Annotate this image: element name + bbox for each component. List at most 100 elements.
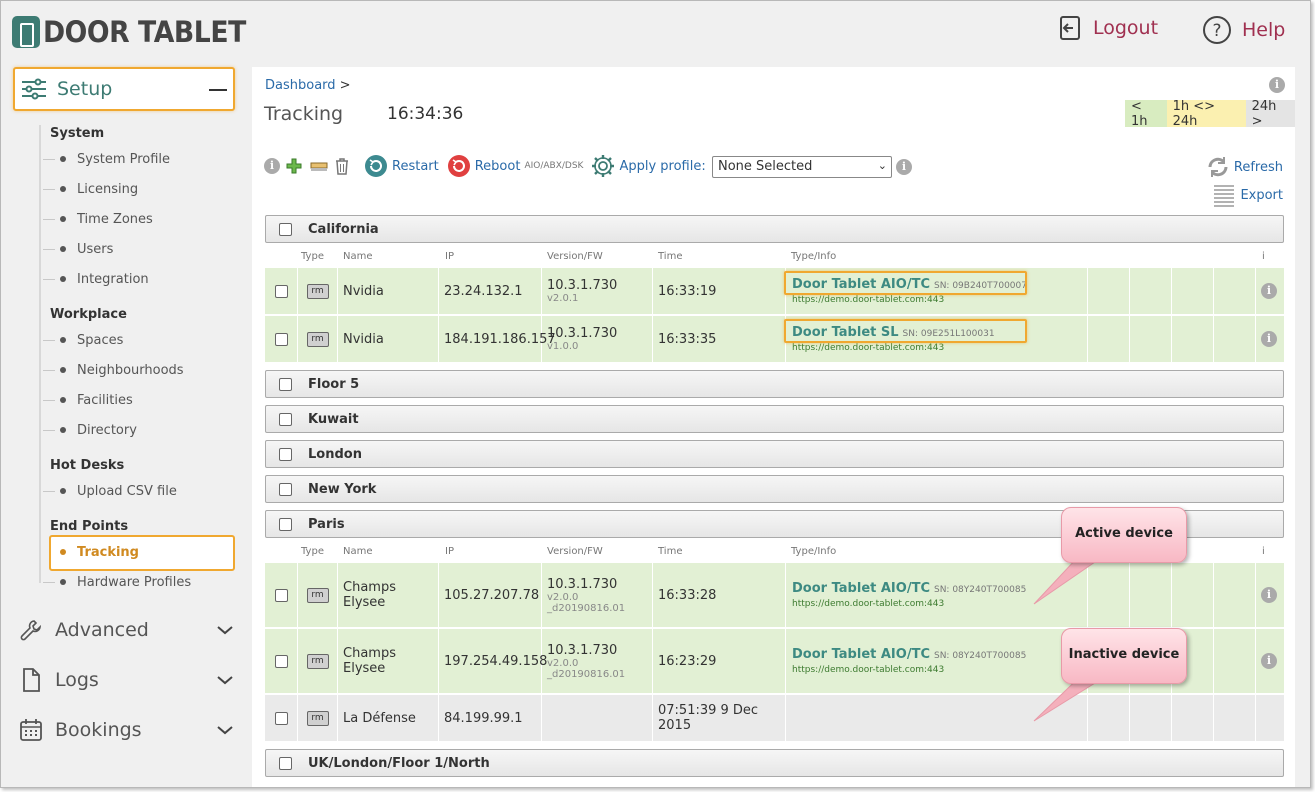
main-panel: Dashboard > Tracking 16:34:36 i < 1h 1h … (252, 67, 1296, 787)
group-row-london[interactable]: London (265, 440, 1284, 468)
help-link[interactable]: ? Help (1202, 15, 1285, 45)
sidebar-item-bookings[interactable]: Bookings (19, 715, 234, 745)
sidebar-item-logs[interactable]: Logs (19, 665, 234, 695)
sidebar-item-label: Directory (77, 422, 137, 438)
row-checkbox[interactable] (274, 284, 288, 298)
setup-label: Setup (57, 78, 113, 100)
sidebar-item-system-profile[interactable]: System Profile (43, 148, 170, 170)
row-checkbox[interactable] (274, 332, 288, 346)
device-ip: 184.191.186.157 (444, 331, 556, 347)
group-name: New York (308, 481, 377, 497)
sidebar-item-facilities[interactable]: Facilities (43, 389, 133, 411)
row-info-icon[interactable]: i (1261, 653, 1277, 669)
page-info-icon[interactable]: i (1269, 77, 1285, 93)
sidebar-item-time-zones[interactable]: Time Zones (43, 208, 153, 230)
sidebar-item-label: Integration (77, 271, 149, 287)
sidebar-item-label: Users (77, 241, 114, 257)
gear-icon[interactable] (591, 154, 615, 178)
row-checkbox[interactable] (274, 588, 288, 602)
sidebar-item-advanced[interactable]: Advanced (19, 615, 234, 645)
refresh-button[interactable]: Refresh (1206, 153, 1283, 181)
group-checkbox[interactable] (279, 222, 292, 236)
row-info-icon[interactable]: i (1261, 331, 1277, 347)
group-checkbox[interactable] (279, 447, 292, 461)
reboot-note: AIO/ABX/DSK (524, 161, 584, 171)
device-type-badge: rm (306, 283, 329, 299)
sidebar-item-neighbourhoods[interactable]: Neighbourhoods (43, 359, 184, 381)
sidebar-item-hardware-profiles[interactable]: Hardware Profiles (43, 571, 191, 593)
col-type-info: Type/Info (791, 546, 837, 557)
table-row[interactable]: rm Nvidia 184.191.186.157 10.3.1.730 v1.0… (265, 316, 1284, 362)
export-label: Export (1240, 187, 1283, 203)
breadcrumb-separator: > (339, 78, 351, 93)
restart-icon[interactable] (364, 154, 388, 178)
collapse-icon[interactable] (209, 89, 227, 91)
device-url[interactable]: https://demo.door-tablet.com:443 (792, 343, 1087, 353)
device-sn: SN: 08Y240T700085 (933, 651, 1027, 661)
col-ip: IP (445, 251, 454, 262)
sidebar-item-users[interactable]: Users (43, 238, 113, 260)
group-row-california[interactable]: California (265, 215, 1284, 243)
sidebar-item-upload-csv[interactable]: Upload CSV file (43, 480, 177, 502)
range-1h-24h[interactable]: 1h <> 24h (1166, 99, 1246, 129)
profile-info-icon[interactable]: i (896, 159, 912, 175)
sidebar-item-label: Tracking (77, 544, 139, 560)
column-header-row: Type Name IP Version/FW Time Type/Info i (265, 248, 1284, 266)
section-title-end-points: End Points (50, 519, 129, 534)
row-checkbox[interactable] (274, 654, 288, 668)
reboot-icon[interactable] (447, 154, 471, 178)
group-checkbox[interactable] (279, 756, 292, 770)
reboot-button[interactable]: Reboot (475, 159, 521, 174)
sidebar-item-tracking[interactable]: Tracking (43, 541, 139, 563)
group-row-kuwait[interactable]: Kuwait (265, 405, 1284, 433)
logo[interactable]: DOOR TABLET (12, 15, 263, 49)
chevron-down-icon (217, 726, 233, 735)
breadcrumb-dashboard-link[interactable]: Dashboard (265, 78, 336, 93)
refresh-icon (1208, 157, 1228, 177)
trash-icon[interactable] (334, 157, 350, 175)
add-icon[interactable] (286, 158, 302, 174)
sidebar-item-integration[interactable]: Integration (43, 268, 149, 290)
device-version: 10.3.1.730 (547, 576, 618, 592)
group-checkbox[interactable] (279, 412, 292, 426)
device-name: La Défense (343, 710, 416, 726)
group-row-new-york[interactable]: New York (265, 475, 1284, 503)
chevron-down-icon (217, 676, 233, 685)
group-row-uk-london-floor1-north[interactable]: UK/London/Floor 1/North (265, 749, 1284, 777)
edit-icon[interactable] (310, 159, 328, 173)
sidebar-item-directory[interactable]: Directory (43, 419, 137, 441)
col-version: Version/FW (547, 251, 603, 262)
export-button[interactable]: Export (1206, 181, 1283, 209)
sidebar-setup-header[interactable]: Setup (13, 67, 235, 111)
toolbar-info-icon[interactable]: i (264, 158, 280, 174)
group-checkbox[interactable] (279, 482, 292, 496)
device-type-link[interactable]: Door Tablet AIO/TC (792, 647, 930, 662)
sidebar-item-label: Advanced (55, 619, 149, 641)
row-info-icon[interactable]: i (1261, 283, 1277, 299)
range-over-24h[interactable]: 24h > (1245, 99, 1296, 129)
range-under-1h[interactable]: < 1h (1125, 99, 1167, 129)
sidebar-item-licensing[interactable]: Licensing (43, 178, 138, 200)
sidebar-item-label: Spaces (77, 332, 124, 348)
profile-select[interactable]: None Selected ⌄ (712, 156, 892, 178)
logout-link[interactable]: Logout (1059, 15, 1158, 41)
row-info-icon[interactable]: i (1261, 587, 1277, 603)
apply-profile-label[interactable]: Apply profile: (619, 159, 705, 174)
device-url[interactable]: https://demo.door-tablet.com:443 (792, 295, 1087, 305)
group-row-floor-5[interactable]: Floor 5 (265, 370, 1284, 398)
table-row[interactable]: rm Nvidia 23.24.132.1 10.3.1.730 v2.0.1 1… (265, 268, 1284, 314)
restart-button[interactable]: Restart (392, 159, 439, 174)
section-title-hot-desks: Hot Desks (50, 458, 125, 473)
group-checkbox[interactable] (279, 377, 292, 391)
callout-active-device: Active device (1061, 507, 1187, 563)
device-name: Champs Elysee (343, 646, 396, 676)
sidebar-item-spaces[interactable]: Spaces (43, 329, 123, 351)
group-checkbox[interactable] (279, 517, 292, 531)
device-fw-build: _d20190816.01 (547, 668, 626, 680)
device-type-link[interactable]: Door Tablet AIO/TC (792, 581, 930, 596)
chevron-down-icon: ⌄ (877, 159, 887, 172)
device-type-badge: rm (306, 710, 329, 726)
device-type-badge: rm (306, 587, 329, 603)
tree-line (39, 125, 41, 583)
row-checkbox[interactable] (274, 711, 288, 725)
